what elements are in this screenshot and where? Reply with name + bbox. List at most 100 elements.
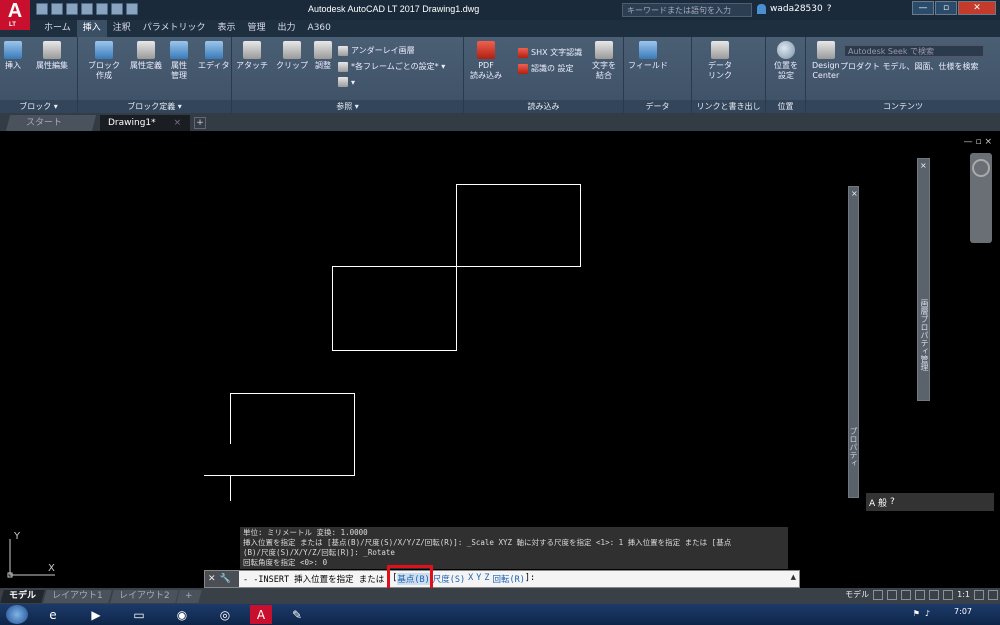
tab-manage[interactable]: 管理	[242, 20, 272, 37]
group-label-reference[interactable]: 参照 ▾	[232, 100, 463, 113]
help-icon[interactable]: ?	[827, 4, 832, 14]
search-input[interactable]: キーワードまたは語句を入力	[622, 3, 752, 17]
command-line-handle[interactable]: ✕ 🔧	[205, 571, 239, 587]
print-icon[interactable]	[96, 3, 108, 15]
app-menu-button[interactable]: A LT	[0, 0, 30, 30]
osnap-icon[interactable]	[929, 589, 940, 600]
block-editor-button[interactable]: エディタ	[198, 41, 229, 71]
drawing-area[interactable]: — ▫ × × プロパティ × 画層プロパティ管理 A 般 ? Y X 単位: …	[0, 131, 1000, 588]
properties-palette[interactable]: × プロパティ	[848, 186, 859, 498]
group-reference: アタッチ クリップ 調整 アンダーレイ画層 *各フレームごとの設定* ▾ ▾ 参…	[232, 37, 464, 113]
option-z[interactable]: Z	[484, 573, 489, 585]
new-tab-button[interactable]: +	[194, 117, 206, 129]
internet-explorer-icon[interactable]: e	[35, 605, 71, 624]
rect-middle[interactable]	[332, 266, 457, 351]
design-center-button[interactable]: Design Center	[812, 41, 840, 81]
ortho-icon[interactable]	[901, 589, 912, 600]
tab-home[interactable]: ホーム	[38, 20, 77, 37]
tab-insert[interactable]: 挿入	[76, 20, 107, 37]
polar-icon[interactable]	[915, 589, 926, 600]
attr-edit-button[interactable]: 属性編集	[36, 41, 68, 71]
wrench-icon[interactable]: 🔧	[220, 574, 231, 584]
annotation-scale[interactable]: 1:1	[957, 590, 970, 599]
shx-recognition-button[interactable]: SHX 文字認識	[518, 47, 582, 58]
underlay-layers-button[interactable]: アンダーレイ画層	[338, 45, 415, 56]
recognition-settings-button[interactable]: 認識の 設定	[518, 63, 574, 74]
insert-block-icon	[4, 41, 22, 59]
insert-button[interactable]: 挿入	[4, 41, 22, 71]
rect-top-right[interactable]	[456, 184, 581, 267]
undo-icon[interactable]	[111, 3, 123, 15]
start-button[interactable]	[6, 605, 28, 624]
block-create-button[interactable]: ブロック 作成	[88, 41, 120, 81]
minimize-button[interactable]: —	[912, 1, 934, 15]
redo-icon[interactable]	[126, 3, 138, 15]
close-tab-icon[interactable]: ×	[174, 118, 182, 128]
palette-close-icon[interactable]: ×	[851, 189, 858, 198]
tab-output[interactable]: 出力	[272, 20, 302, 37]
add-layout-button[interactable]: +	[176, 589, 202, 603]
group-label-block-definition[interactable]: ブロック定義 ▾	[78, 100, 231, 113]
clock[interactable]: 7:07	[954, 607, 972, 616]
flag-icon[interactable]: ⚑	[913, 609, 920, 618]
file-explorer-icon[interactable]: ▭	[121, 605, 157, 624]
combine-text-button[interactable]: 文字を 結合	[592, 41, 616, 81]
status-tray[interactable]: A 般 ?	[866, 493, 994, 511]
pdf-import-button[interactable]: PDF 読み込み	[470, 41, 502, 81]
rect-inserting[interactable]	[230, 393, 355, 476]
field-button[interactable]: フィールド	[628, 41, 668, 71]
tab-a360[interactable]: A360	[302, 20, 337, 37]
chrome-icon[interactable]: ◉	[164, 605, 200, 624]
grid-icon[interactable]	[873, 589, 884, 600]
tab-parametric[interactable]: パラメトリック	[137, 20, 212, 37]
close-command-icon[interactable]: ✕	[208, 574, 216, 584]
annotation-icon[interactable]	[943, 589, 954, 600]
attr-define-button[interactable]: 属性定義	[130, 41, 162, 71]
new-file-icon[interactable]	[36, 3, 48, 15]
group-label-block[interactable]: ブロック ▾	[0, 100, 77, 113]
option-y[interactable]: Y	[476, 573, 481, 585]
seek-search-input[interactable]: Autodesk Seek で検索	[844, 45, 984, 57]
tab-start[interactable]: スタート	[5, 115, 97, 131]
customize-icon[interactable]	[988, 589, 998, 600]
attach-button[interactable]: アタッチ	[236, 41, 268, 71]
save-as-icon[interactable]	[81, 3, 93, 15]
option-base-point[interactable]: 基点(B)	[397, 573, 430, 585]
tab-layout2[interactable]: レイアウト2	[110, 589, 179, 603]
tab-view[interactable]: 表示	[212, 20, 242, 37]
autocad-taskbar-icon[interactable]: A	[250, 605, 272, 624]
attr-manage-button[interactable]: 属性 管理	[170, 41, 188, 81]
option-rotate[interactable]: 回転(R)	[493, 573, 525, 585]
palette-close-icon[interactable]: ×	[920, 161, 927, 170]
adjust-button[interactable]: 調整	[314, 41, 332, 71]
layer-properties-palette[interactable]: × 画層プロパティ管理	[917, 158, 930, 401]
model-space-button[interactable]: モデル	[845, 589, 869, 600]
user-account[interactable]: wada28530 ?	[757, 4, 832, 14]
paint-icon[interactable]: ✎	[279, 605, 315, 624]
tab-model[interactable]: モデル	[0, 589, 45, 603]
save-icon[interactable]	[66, 3, 78, 15]
open-file-icon[interactable]	[51, 3, 63, 15]
tab-layout1[interactable]: レイアウト1	[43, 589, 112, 603]
tab-drawing1[interactable]: Drawing1* ×	[100, 115, 190, 131]
set-location-button[interactable]: 位置を 設定	[774, 41, 798, 81]
data-link-button[interactable]: データ リンク	[708, 41, 732, 81]
system-tray: ⚑ ♪	[913, 609, 930, 618]
media-player-icon[interactable]: ▶	[78, 605, 114, 624]
snap-underlay-dropdown[interactable]: ▾	[338, 77, 355, 87]
command-line[interactable]: ✕ 🔧 - -INSERT 挿入位置を指定 または [ 基点(B) 尺度(S) …	[204, 570, 800, 588]
option-scale[interactable]: 尺度(S)	[433, 573, 465, 585]
clip-button[interactable]: クリップ	[276, 41, 308, 71]
steering-wheel-icon[interactable]	[972, 159, 990, 177]
option-x[interactable]: X	[468, 573, 473, 585]
volume-icon[interactable]: ♪	[925, 609, 930, 618]
close-button[interactable]: ✕	[958, 1, 996, 15]
network-icon[interactable]: ◎	[207, 605, 243, 624]
gear-icon[interactable]	[974, 589, 984, 600]
snap-icon[interactable]	[887, 589, 898, 600]
tab-annotate[interactable]: 注釈	[107, 20, 137, 37]
command-history-toggle-icon[interactable]: ▲	[791, 573, 796, 581]
frame-setting-dropdown[interactable]: *各フレームごとの設定* ▾	[338, 61, 445, 72]
maximize-button[interactable]: ▫	[935, 1, 957, 15]
help-icon[interactable]: ?	[890, 497, 895, 507]
